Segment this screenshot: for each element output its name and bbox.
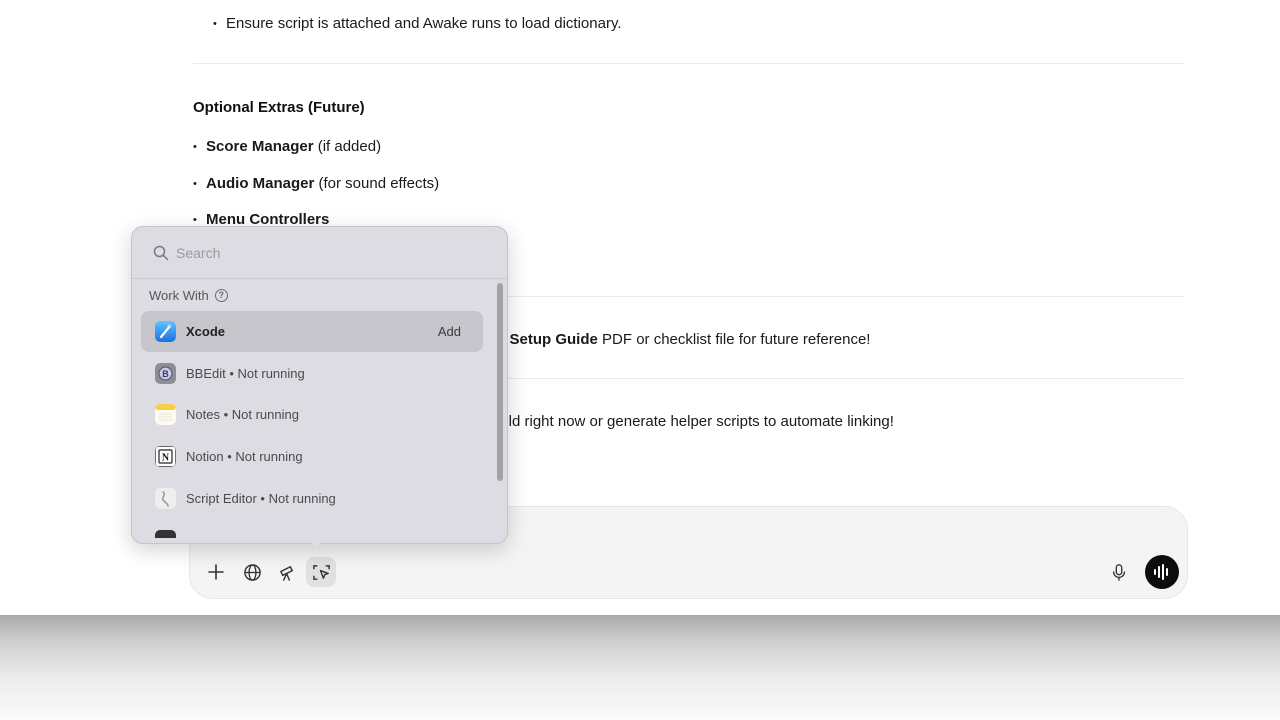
app-name: Xcode: [186, 324, 226, 339]
item-note: (if added): [313, 138, 382, 155]
voice-mode-button[interactable]: [1145, 555, 1179, 589]
app-row-xcode[interactable]: Xcode Add: [141, 311, 483, 352]
item-note: (for sound effects): [314, 175, 440, 192]
app-row-bbedit[interactable]: B BBEdit • Not running: [141, 353, 483, 394]
deep-research-button[interactable]: [272, 557, 302, 587]
notes-icon: [155, 404, 176, 425]
popover-scrollbar[interactable]: [497, 283, 503, 481]
svg-text:B: B: [162, 369, 169, 379]
svg-text:N: N: [162, 453, 170, 464]
popover-caret: [308, 540, 324, 548]
web-search-button[interactable]: [237, 557, 267, 587]
app-row-script-editor[interactable]: Script Editor • Not running: [141, 478, 483, 519]
list-item: • Audio Manager (for sound effects): [193, 175, 440, 192]
app-search-input[interactable]: [176, 243, 476, 263]
list-item: • Ensure script is attached and Awake run…: [213, 15, 622, 32]
voice-mode-icon: [1154, 564, 1168, 580]
app-name: Notes • Not running: [186, 407, 299, 422]
item-title: Audio Manager: [206, 175, 315, 192]
script-editor-icon: [155, 488, 176, 509]
work-with-apps-button[interactable]: [306, 557, 336, 587]
popover-search-bar: [132, 227, 507, 279]
work-with-apps-icon: [312, 564, 330, 580]
list-item: • Score Manager (if added): [193, 138, 382, 155]
globe-icon: [243, 563, 261, 581]
app-name: Script Editor • Not running: [186, 491, 336, 506]
plus-icon: [208, 564, 224, 580]
notion-icon: N: [155, 446, 176, 467]
section-heading: Optional Extras (Future): [193, 99, 365, 116]
help-icon[interactable]: ?: [214, 289, 228, 302]
telescope-icon: [279, 565, 293, 581]
xcode-icon: [155, 321, 176, 342]
divider: [193, 63, 1184, 64]
bbedit-icon: B: [155, 363, 176, 384]
work-with-apps-popover: Work With ? Xcode Add B BBEdit • Not run…: [131, 226, 508, 544]
add-attachment-button[interactable]: [201, 557, 231, 587]
paragraph: e Setup Guide PDF or checklist file for …: [497, 331, 870, 348]
item-title: Score Manager: [206, 138, 314, 155]
search-icon: [153, 245, 169, 261]
next-app-icon-partial: [155, 530, 176, 538]
work-with-label: Work With ?: [149, 288, 228, 303]
app-row-notion[interactable]: N Notion • Not running: [141, 436, 483, 477]
section-label-text: Work With: [149, 288, 209, 303]
app-name: BBEdit • Not running: [186, 366, 305, 381]
add-app-button[interactable]: Add: [438, 324, 461, 339]
bullet-text: Ensure script is attached and Awake runs…: [226, 15, 622, 32]
window-shadow: [0, 615, 1280, 720]
microphone-icon: [1112, 564, 1126, 581]
dictate-button[interactable]: [1104, 557, 1134, 587]
app-row-notes[interactable]: Notes • Not running: [141, 394, 483, 435]
paragraph-bold: e Setup Guide: [497, 331, 598, 348]
paragraph: ield right now or generate helper script…: [497, 413, 894, 430]
paragraph-text: PDF or checklist file for future referen…: [597, 331, 871, 348]
app-name: Notion • Not running: [186, 449, 303, 464]
